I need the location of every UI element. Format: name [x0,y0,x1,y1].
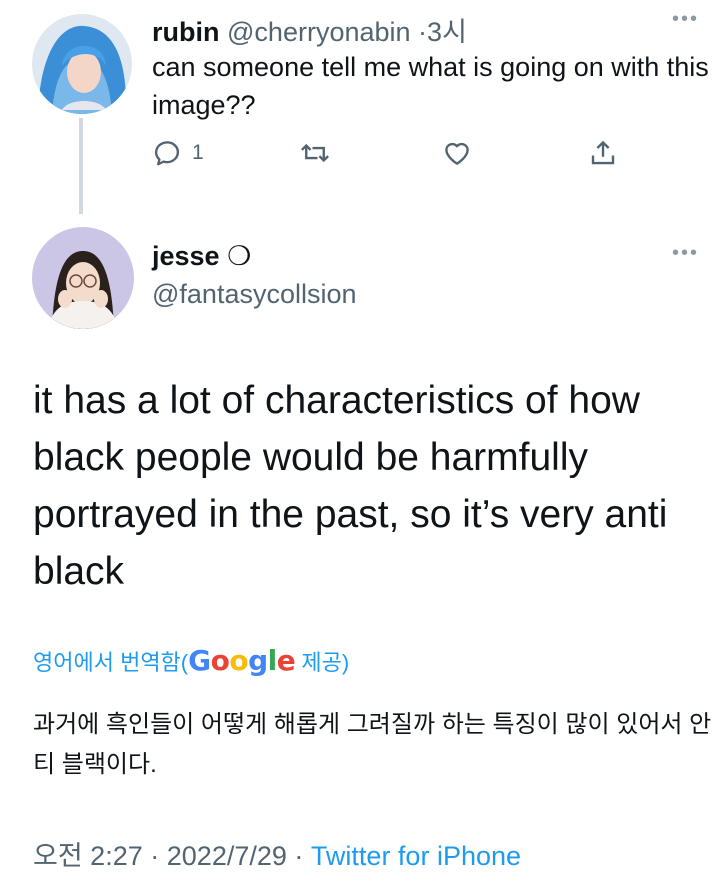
reply-header: rubin @cherryonabin ·3시 [152,10,467,49]
translate-suffix: 제공) [295,650,350,675]
tweet-author-name-text: jesse [152,241,220,271]
like-button[interactable] [442,138,472,168]
translation-attribution[interactable]: 영어에서 번역함(Google 제공) [33,644,349,677]
retweet-button[interactable] [298,138,332,168]
reply-time[interactable]: 3시 [427,17,467,47]
reply-action-bar: 1 [152,138,632,178]
name-suffix: ❍ [227,241,252,271]
tweet-text: it has a lot of characteristics of how b… [33,379,668,593]
retweet-icon [298,138,332,168]
share-button[interactable] [588,138,618,168]
reply-button[interactable]: 1 [152,138,204,168]
translate-prefix: 영어에서 번역함( [33,650,189,675]
like-icon [442,138,472,168]
reply-text: can someone tell me what is going on wit… [152,52,709,120]
reply-author-handle[interactable]: @cherryonabin [227,17,411,47]
translated-text: 과거에 흑인들이 어떻게 해롭게 그려질까 하는 특징이 많이 있어서 안티 블… [33,711,712,778]
avatar[interactable] [32,14,132,114]
avatar-image [32,14,132,114]
reply-count: 1 [192,141,204,164]
tweet-time[interactable]: 오전 2:27 [33,841,143,871]
tweet-meta: 오전 2:27 · 2022/7/29 · Twitter for iPhone [33,834,521,873]
reply-author-name[interactable]: rubin [152,17,220,47]
more-options-icon[interactable]: ••• [672,242,699,265]
reply-icon [152,138,182,168]
tweet-source-link[interactable]: Twitter for iPhone [311,841,521,871]
more-options-icon[interactable]: ••• [672,8,699,31]
tweet-date[interactable]: 2022/7/29 [167,841,287,871]
tweet-author-name[interactable]: jesse ❍ [152,241,251,272]
share-icon [588,138,618,168]
avatar[interactable] [32,227,134,329]
thread-connector-line [79,118,83,214]
avatar-image [32,227,134,329]
tweet-author-handle[interactable]: @fantasycollsion [152,279,357,310]
meta-separator: · [150,841,160,871]
meta-separator: · [294,841,304,871]
reply-separator: · [418,17,428,47]
google-logo: Google [188,644,296,677]
